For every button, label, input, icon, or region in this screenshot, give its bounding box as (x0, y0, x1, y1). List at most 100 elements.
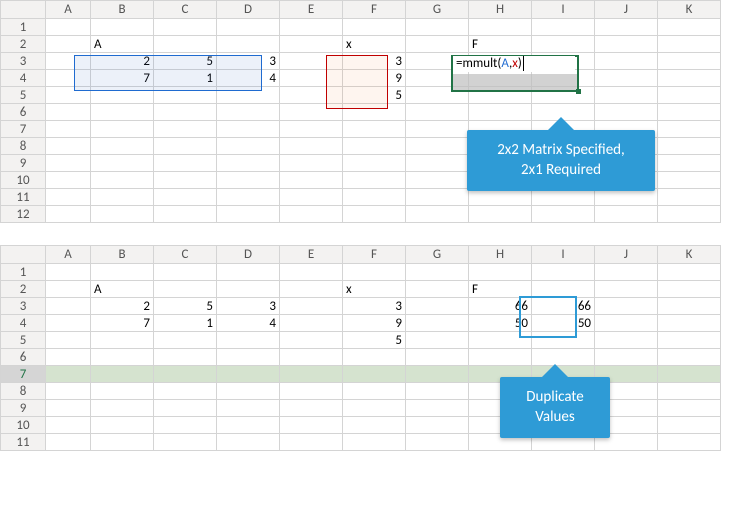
cell[interactable] (343, 155, 406, 172)
cell[interactable] (469, 264, 532, 281)
cell[interactable] (469, 19, 532, 36)
cell[interactable] (217, 172, 280, 189)
cell[interactable] (595, 206, 658, 223)
cell[interactable] (217, 264, 280, 281)
cell[interactable] (406, 155, 469, 172)
cell[interactable] (595, 189, 658, 206)
cell[interactable] (343, 138, 406, 155)
cell[interactable] (595, 315, 658, 332)
cell[interactable] (280, 172, 343, 189)
cell[interactable] (280, 36, 343, 53)
cell[interactable] (532, 264, 595, 281)
cell[interactable] (46, 332, 91, 349)
cell[interactable] (595, 332, 658, 349)
cell[interactable] (217, 19, 280, 36)
cell[interactable] (595, 104, 658, 121)
cell[interactable] (46, 36, 91, 53)
col-header[interactable]: I (532, 246, 595, 264)
cell[interactable]: 2 (91, 53, 154, 70)
cell[interactable] (46, 70, 91, 87)
label-F[interactable]: F (469, 281, 532, 298)
row-header[interactable]: 5 (1, 87, 46, 104)
cell[interactable] (217, 417, 280, 434)
cell[interactable] (46, 264, 91, 281)
label-x[interactable]: x (343, 36, 406, 53)
cell[interactable] (658, 298, 721, 315)
cell[interactable] (406, 70, 469, 87)
col-header[interactable]: K (658, 1, 721, 19)
cell[interactable]: 5 (154, 53, 217, 70)
cell[interactable] (154, 189, 217, 206)
cell[interactable] (469, 87, 532, 104)
cell[interactable] (217, 383, 280, 400)
cell[interactable] (154, 104, 217, 121)
cell[interactable]: 66 (469, 298, 532, 315)
cell[interactable] (217, 206, 280, 223)
cell[interactable] (658, 155, 721, 172)
cell[interactable] (406, 315, 469, 332)
cell[interactable] (91, 366, 154, 383)
cell[interactable] (469, 206, 532, 223)
col-header[interactable]: E (280, 1, 343, 19)
cell[interactable] (46, 104, 91, 121)
cell[interactable] (217, 121, 280, 138)
cell[interactable] (469, 332, 532, 349)
cell[interactable] (91, 400, 154, 417)
cell[interactable] (46, 19, 91, 36)
cell[interactable] (343, 434, 406, 451)
col-header[interactable]: F (343, 246, 406, 264)
cell[interactable] (154, 172, 217, 189)
row-header[interactable]: 10 (1, 172, 46, 189)
grid-bottom[interactable]: A B C D E F G H I J K 1 2AxF 325336666 4… (0, 245, 721, 451)
row-header[interactable]: 2 (1, 281, 46, 298)
row-header[interactable]: 9 (1, 400, 46, 417)
col-header[interactable]: A (46, 246, 91, 264)
cell[interactable] (46, 189, 91, 206)
cell[interactable] (154, 19, 217, 36)
cell[interactable] (343, 172, 406, 189)
cell[interactable] (658, 138, 721, 155)
cell[interactable] (658, 383, 721, 400)
cell[interactable] (91, 172, 154, 189)
cell[interactable]: 66 (532, 298, 595, 315)
cell[interactable] (595, 53, 658, 70)
cell[interactable] (154, 138, 217, 155)
cell[interactable] (46, 53, 91, 70)
col-header[interactable]: D (217, 246, 280, 264)
cell[interactable] (91, 264, 154, 281)
cell[interactable] (217, 138, 280, 155)
cell[interactable] (406, 172, 469, 189)
row-header[interactable]: 1 (1, 19, 46, 36)
cell[interactable]: 4 (217, 315, 280, 332)
cell[interactable] (406, 138, 469, 155)
cell[interactable] (658, 417, 721, 434)
cell[interactable] (280, 155, 343, 172)
col-header[interactable]: B (91, 246, 154, 264)
cell[interactable] (532, 281, 595, 298)
cell[interactable]: 5 (343, 87, 406, 104)
cell[interactable]: 50 (469, 315, 532, 332)
cell[interactable] (280, 400, 343, 417)
cell[interactable] (154, 87, 217, 104)
cell[interactable] (46, 206, 91, 223)
cell[interactable] (46, 383, 91, 400)
cell[interactable] (406, 206, 469, 223)
cell[interactable] (154, 206, 217, 223)
col-header[interactable]: I (532, 1, 595, 19)
cell[interactable]: 50 (532, 315, 595, 332)
cell[interactable] (91, 121, 154, 138)
cell[interactable] (658, 189, 721, 206)
cell[interactable] (658, 434, 721, 451)
cell[interactable] (280, 138, 343, 155)
cell[interactable] (154, 332, 217, 349)
label-x[interactable]: x (343, 281, 406, 298)
row-header[interactable]: 7 (1, 121, 46, 138)
cell[interactable] (46, 315, 91, 332)
cell[interactable] (91, 104, 154, 121)
cell[interactable] (217, 87, 280, 104)
cell[interactable] (154, 383, 217, 400)
cell[interactable] (595, 87, 658, 104)
col-header[interactable]: F (343, 1, 406, 19)
cell[interactable] (406, 434, 469, 451)
col-header[interactable]: C (154, 246, 217, 264)
